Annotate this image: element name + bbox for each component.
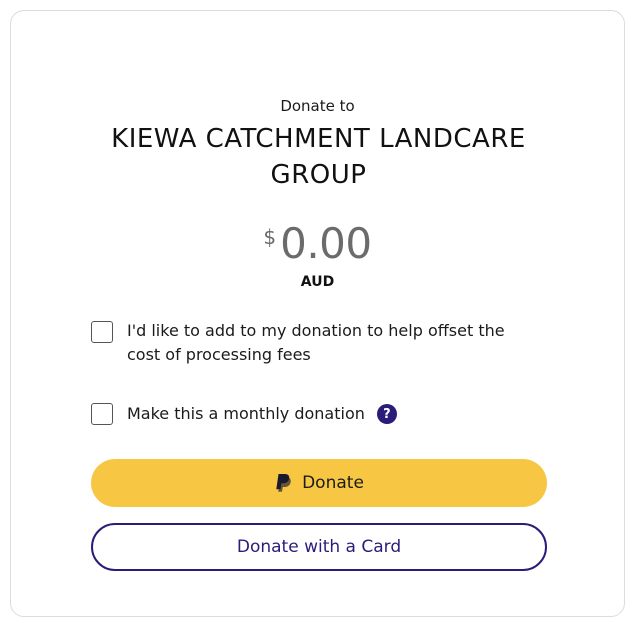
cover-fees-checkbox[interactable]: [91, 321, 113, 343]
monthly-donation-checkbox[interactable]: [91, 403, 113, 425]
amount-value[interactable]: 0.00: [280, 217, 372, 271]
donate-to-label: Donate to: [280, 97, 355, 115]
paypal-icon: [276, 474, 291, 492]
cover-fees-option: I'd like to add to my donation to help o…: [91, 321, 527, 367]
paypal-donate-button[interactable]: Donate: [91, 459, 547, 507]
cover-fees-label[interactable]: I'd like to add to my donation to help o…: [127, 319, 527, 367]
help-icon[interactable]: ?: [376, 404, 397, 424]
monthly-donation-label[interactable]: Make this a monthly donation: [127, 402, 365, 426]
monthly-donation-option: Make this a monthly donation ?: [91, 402, 397, 426]
paypal-donate-label: Donate: [302, 473, 364, 493]
currency-symbol: $: [263, 225, 277, 249]
organization-name: KIEWA CATCHMENT LANDCARE GROUP: [111, 124, 526, 190]
donation-card: Donate to KIEWA CATCHMENT LANDCARE GROUP…: [10, 10, 625, 617]
currency-code: AUD: [300, 274, 335, 290]
donate-with-card-label: Donate with a Card: [236, 537, 402, 557]
amount-display: $0.00: [11, 217, 624, 271]
donate-with-card-button[interactable]: Donate with a Card: [91, 523, 547, 571]
